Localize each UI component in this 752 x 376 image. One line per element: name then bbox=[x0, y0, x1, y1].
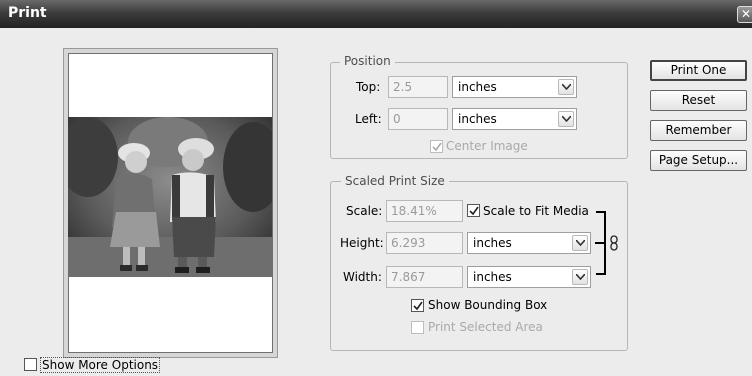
chevron-down-icon[interactable] bbox=[558, 111, 574, 127]
remember-button[interactable]: Remember bbox=[650, 120, 747, 141]
title-bar[interactable]: Print ✕ bbox=[0, 0, 752, 28]
scale-label: Scale: bbox=[346, 204, 383, 218]
width-unit-select[interactable]: inches bbox=[467, 266, 591, 288]
show-more-options-checkbox[interactable] bbox=[24, 358, 37, 371]
top-unit-value: inches bbox=[458, 80, 497, 94]
left-unit-select[interactable]: inches bbox=[452, 108, 577, 130]
checkmark-icon bbox=[432, 142, 442, 152]
scale-to-fit-media-checkbox[interactable] bbox=[467, 204, 480, 217]
center-image-checkbox[interactable] bbox=[430, 140, 443, 153]
checkmark-icon bbox=[469, 206, 479, 216]
show-bounding-box-label: Show Bounding Box bbox=[428, 298, 548, 312]
page-setup-button[interactable]: Page Setup... bbox=[650, 150, 747, 171]
left-label: Left: bbox=[355, 112, 382, 126]
height-unit-select[interactable]: inches bbox=[467, 232, 591, 254]
reset-button[interactable]: Reset bbox=[650, 90, 747, 111]
chevron-down-icon[interactable] bbox=[572, 269, 588, 285]
center-image-label: Center Image bbox=[446, 139, 528, 153]
print-one-button[interactable]: Print One bbox=[650, 60, 747, 81]
print-selected-area-checkbox[interactable] bbox=[411, 321, 424, 334]
link-bracket-bottom bbox=[596, 273, 605, 275]
left-unit-value: inches bbox=[458, 112, 497, 126]
chevron-down-icon[interactable] bbox=[572, 235, 588, 251]
show-more-options-label[interactable]: Show More Options bbox=[40, 357, 161, 373]
print-dialog: Print ✕ Position Top: 2.5 inches Left: 0… bbox=[0, 0, 752, 376]
top-unit-select[interactable]: inches bbox=[452, 76, 577, 98]
show-bounding-box-checkbox[interactable] bbox=[411, 299, 424, 312]
left-input[interactable]: 0 bbox=[388, 108, 448, 130]
scale-to-fit-media-label: Scale to Fit Media bbox=[483, 204, 589, 218]
chain-link-icon[interactable] bbox=[610, 235, 618, 254]
width-label: Width: bbox=[343, 270, 382, 284]
scaled-print-size-legend: Scaled Print Size bbox=[341, 174, 449, 188]
close-icon[interactable]: ✕ bbox=[737, 6, 752, 23]
height-input[interactable]: 6.293 bbox=[386, 232, 463, 254]
scale-input[interactable]: 18.41% bbox=[386, 200, 463, 222]
checkmark-icon bbox=[413, 301, 423, 311]
link-bracket-vertical bbox=[604, 211, 606, 275]
link-bracket-mid bbox=[595, 242, 604, 244]
width-unit-value: inches bbox=[473, 270, 512, 284]
width-input[interactable]: 7.867 bbox=[386, 266, 463, 288]
print-selected-area-label: Print Selected Area bbox=[428, 320, 543, 334]
top-input[interactable]: 2.5 bbox=[388, 76, 448, 98]
chevron-down-icon[interactable] bbox=[558, 79, 574, 95]
window-title: Print bbox=[8, 5, 47, 21]
height-unit-value: inches bbox=[473, 236, 512, 250]
preview-image[interactable] bbox=[68, 117, 272, 277]
height-label: Height: bbox=[340, 236, 384, 250]
position-legend: Position bbox=[340, 54, 395, 68]
top-label: Top: bbox=[356, 80, 381, 94]
